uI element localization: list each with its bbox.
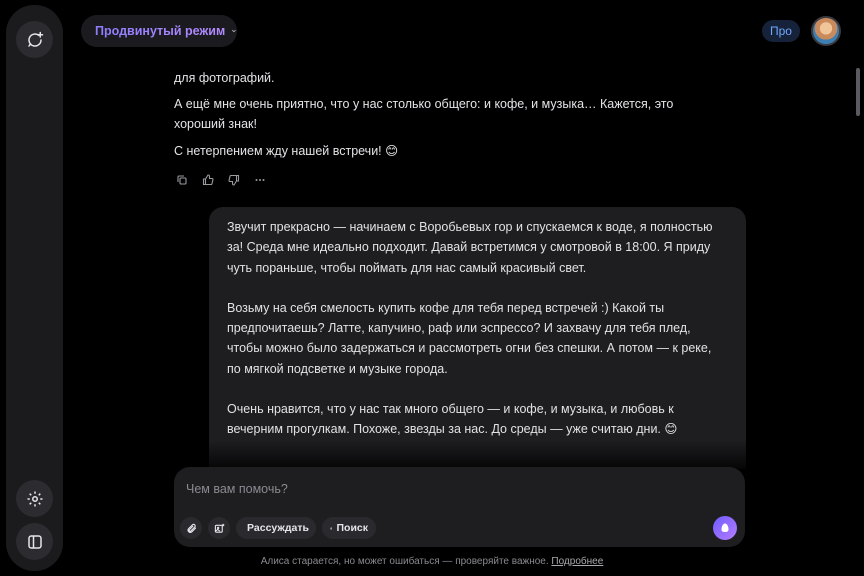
user-paragraph: Звучит прекрасно — начинаем с Воробьевых… — [227, 220, 713, 275]
more-icon — [255, 179, 265, 181]
scrollbar[interactable] — [856, 68, 860, 116]
dislike-button[interactable] — [226, 172, 242, 188]
mode-label: Продвинутый режим — [95, 24, 226, 38]
like-button[interactable] — [200, 172, 216, 188]
image-button[interactable] — [208, 517, 230, 539]
reason-label: Рассуждать — [247, 522, 309, 534]
pro-badge[interactable]: Про — [762, 20, 800, 42]
dislike-icon — [228, 174, 240, 186]
assistant-line: для фотографий. — [174, 71, 275, 85]
user-paragraph: Возьму на себя смелость купить кофе для … — [227, 300, 712, 376]
disclaimer: Алиса старается, но может ошибаться — пр… — [0, 556, 864, 567]
attach-icon — [187, 523, 196, 533]
search-label: Поиск — [336, 522, 368, 534]
send-button[interactable] — [713, 516, 737, 540]
message-actions — [174, 172, 268, 188]
copy-icon — [177, 175, 187, 185]
reason-button[interactable]: Рассуждать — [236, 517, 316, 539]
gear-icon — [27, 491, 42, 506]
settings-button[interactable] — [16, 480, 53, 517]
more-button[interactable] — [252, 172, 268, 188]
new-chat-button[interactable] — [16, 21, 53, 58]
new-chat-icon — [27, 31, 43, 47]
avatar[interactable] — [811, 16, 841, 46]
assistant-line: С нетерпением жду нашей встречи! 😊 — [174, 144, 399, 158]
disclaimer-text: Алиса старается, но может ошибаться — пр… — [260, 556, 549, 567]
image-icon — [214, 523, 224, 533]
panel-icon — [27, 534, 42, 549]
mode-selector[interactable]: Продвинутый режим — [81, 15, 237, 47]
chevron-down-icon — [232, 29, 236, 33]
globe-icon — [330, 526, 333, 530]
learn-more-link[interactable]: Подробнее — [551, 556, 603, 567]
like-icon — [202, 174, 214, 186]
user-message: Звучит прекрасно — начинаем с Воробьевых… — [209, 207, 746, 469]
message-input[interactable] — [186, 479, 686, 499]
copy-button[interactable] — [174, 172, 190, 188]
assistant-line: А ещё мне очень приятно, что у нас столь… — [174, 97, 674, 131]
search-button[interactable]: Поиск — [322, 517, 376, 539]
attach-button[interactable] — [180, 517, 202, 539]
send-icon — [721, 523, 729, 532]
user-paragraph: Очень нравится, что у нас так много обще… — [227, 402, 678, 437]
toggle-sidebar-button[interactable] — [16, 523, 53, 560]
sidebar — [6, 5, 63, 571]
composer: Рассуждать Поиск — [174, 467, 745, 547]
scroll-fade — [170, 440, 760, 470]
